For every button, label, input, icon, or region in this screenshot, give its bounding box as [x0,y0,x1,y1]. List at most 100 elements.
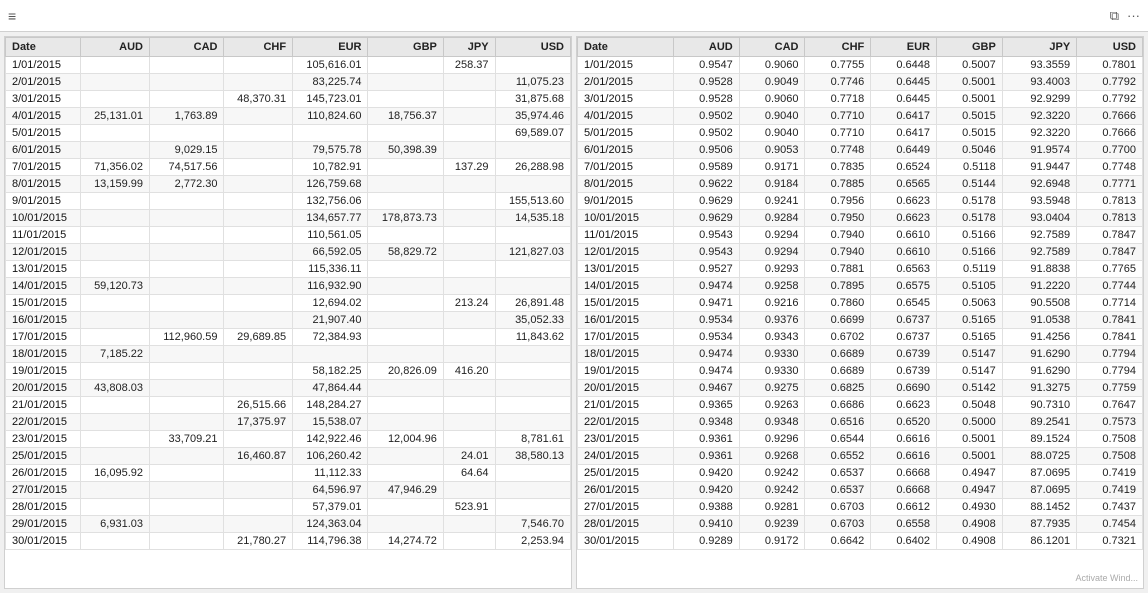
table-row: 3/01/201548,370.31145,723.0131,875.68 [6,91,571,108]
date-cell: 25/01/2015 [6,448,81,465]
value-cell [150,295,224,312]
rate-cell: 0.5147 [937,346,1003,363]
value-cell [150,499,224,516]
value-cell [81,74,150,91]
rate-cell: 93.3559 [1002,57,1076,74]
value-cell: 110,561.05 [293,227,368,244]
rate-cell: 0.7847 [1077,244,1143,261]
value-cell [495,227,570,244]
table-row: 1/01/20150.95470.90600.77550.64480.50079… [578,57,1143,74]
value-cell [150,125,224,142]
rate-cell: 0.7771 [1077,176,1143,193]
date-cell: 4/01/2015 [6,108,81,125]
rate-cell: 0.9528 [673,91,739,108]
rate-cell: 0.6612 [871,499,937,516]
right-table-wrapper[interactable]: DateAUDCADCHFEURGBPJPYUSD 1/01/20150.954… [577,37,1143,588]
right-col-header: AUD [673,38,739,57]
value-cell: 114,796.38 [293,533,368,550]
rate-cell: 0.4947 [937,482,1003,499]
rate-cell: 0.6668 [871,465,937,482]
rate-cell: 0.9474 [673,346,739,363]
rate-cell: 0.6690 [871,380,937,397]
value-cell [368,499,443,516]
rate-cell: 0.7841 [1077,329,1143,346]
value-cell [368,57,443,74]
content-area: DateAUDCADCHFEURGBPJPYUSD 1/01/2015105,6… [0,32,1148,593]
value-cell [81,142,150,159]
value-cell [81,482,150,499]
value-cell [224,159,293,176]
date-cell: 25/01/2015 [578,465,674,482]
restore-icon[interactable]: ⧉ [1110,8,1119,24]
value-cell [443,108,495,125]
date-cell: 20/01/2015 [578,380,674,397]
value-cell: 43,808.03 [81,380,150,397]
table-row: 2/01/20150.95280.90490.77460.64450.50019… [578,74,1143,91]
value-cell [81,210,150,227]
rate-cell: 0.9527 [673,261,739,278]
rate-cell: 0.9330 [739,346,805,363]
date-cell: 22/01/2015 [578,414,674,431]
value-cell [224,125,293,142]
value-cell: 29,689.85 [224,329,293,346]
value-cell: 12,004.96 [368,431,443,448]
right-col-header: Date [578,38,674,57]
value-cell [150,448,224,465]
date-cell: 24/01/2015 [578,448,674,465]
value-cell [368,414,443,431]
value-cell [443,414,495,431]
more-icon[interactable]: ··· [1127,8,1140,23]
value-cell: 21,907.40 [293,312,368,329]
rate-cell: 0.6449 [871,142,937,159]
table-row: 20/01/20150.94670.92750.68250.66900.5142… [578,380,1143,397]
date-cell: 5/01/2015 [6,125,81,142]
rate-cell: 0.9547 [673,57,739,74]
date-cell: 3/01/2015 [6,91,81,108]
left-col-header: EUR [293,38,368,57]
rate-cell: 0.7794 [1077,346,1143,363]
rate-cell: 91.8838 [1002,261,1076,278]
rate-cell: 0.7573 [1077,414,1143,431]
rate-cell: 0.4908 [937,533,1003,550]
value-cell: 14,274.72 [368,533,443,550]
rate-cell: 91.0538 [1002,312,1076,329]
right-table: DateAUDCADCHFEURGBPJPYUSD 1/01/20150.954… [577,37,1143,550]
value-cell [150,465,224,482]
value-cell: 79,575.78 [293,142,368,159]
table-row: 10/01/2015134,657.77178,873.7314,535.18 [6,210,571,227]
value-cell [81,414,150,431]
hamburger-icon[interactable]: ≡ [8,8,16,24]
value-cell [150,380,224,397]
right-col-header: USD [1077,38,1143,57]
value-cell: 74,517.56 [150,159,224,176]
value-cell [368,516,443,533]
date-cell: 11/01/2015 [6,227,81,244]
value-cell [368,465,443,482]
table-row: 9/01/2015132,756.06155,513.60 [6,193,571,210]
rate-cell: 0.7419 [1077,482,1143,499]
rate-cell: 0.5000 [937,414,1003,431]
rate-cell: 0.5001 [937,74,1003,91]
rate-cell: 0.5119 [937,261,1003,278]
rate-cell: 0.6448 [871,57,937,74]
value-cell [368,312,443,329]
table-row: 7/01/201571,356.0274,517.5610,782.91137.… [6,159,571,176]
rate-cell: 0.6739 [871,346,937,363]
date-cell: 2/01/2015 [6,74,81,91]
value-cell [150,533,224,550]
date-cell: 14/01/2015 [6,278,81,295]
value-cell [81,312,150,329]
date-cell: 19/01/2015 [578,363,674,380]
rate-cell: 0.7718 [805,91,871,108]
value-cell [368,125,443,142]
date-cell: 6/01/2015 [578,142,674,159]
rate-cell: 0.9365 [673,397,739,414]
table-row: 12/01/201566,592.0558,829.72121,827.03 [6,244,571,261]
value-cell [443,142,495,159]
date-cell: 13/01/2015 [578,261,674,278]
date-cell: 28/01/2015 [578,516,674,533]
value-cell [368,346,443,363]
rate-cell: 0.6623 [871,210,937,227]
table-row: 4/01/201525,131.011,763.89110,824.6018,7… [6,108,571,125]
left-table-wrapper[interactable]: DateAUDCADCHFEURGBPJPYUSD 1/01/2015105,6… [5,37,571,588]
